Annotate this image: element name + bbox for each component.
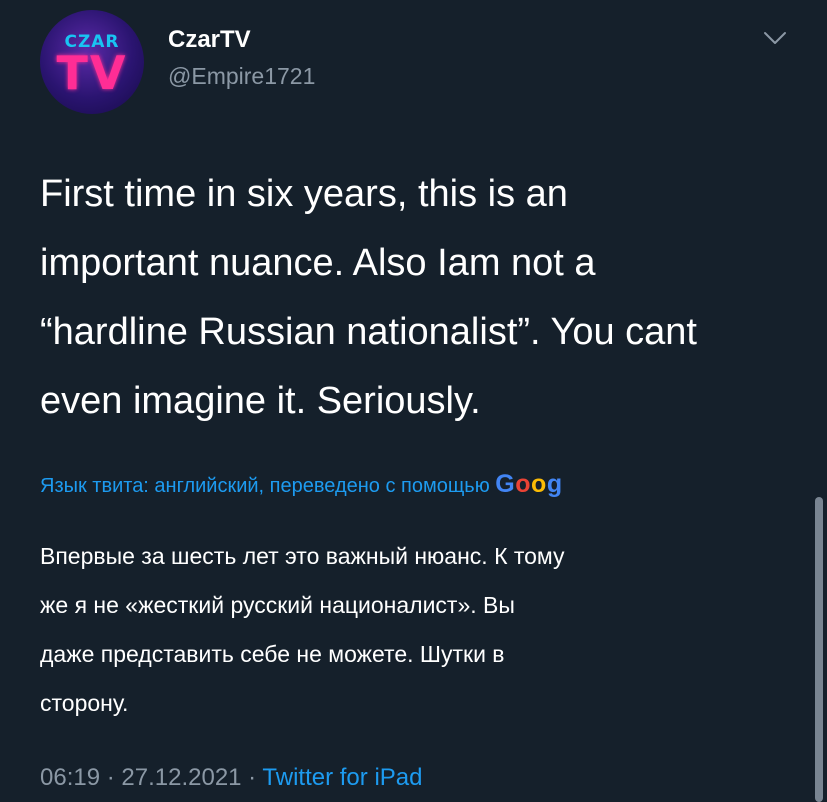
translated-line: даже представить себе не можете. Шутки в <box>40 641 505 667</box>
google-letter: o <box>515 470 532 498</box>
chevron-down-icon[interactable] <box>760 26 790 50</box>
translated-text: Впервые за шесть лет это важный нюанс. К… <box>40 532 800 728</box>
meta-separator: · <box>100 764 122 791</box>
tweet-text-line: First time in six years, this is an <box>40 173 568 215</box>
translated-line: Впервые за шесть лет это важный нюанс. К… <box>40 543 565 569</box>
tweet-text-line: “hardline Russian nationalist”. You cant <box>40 311 697 353</box>
user-handle[interactable]: @Empire1721 <box>168 63 315 90</box>
tweet-time[interactable]: 06:19 <box>40 764 100 791</box>
tweet-text-line: even imagine it. Seriously. <box>40 380 481 422</box>
translated-line: сторону. <box>40 690 129 716</box>
google-letter: g <box>546 470 563 498</box>
tweet-source[interactable]: Twitter for iPad <box>262 764 422 791</box>
translation-note-text: Язык твита: английский, переведено с пом… <box>40 475 496 497</box>
avatar[interactable]: CZAR TV <box>40 10 144 114</box>
translation-note[interactable]: Язык твита: английский, переведено с пом… <box>40 470 800 499</box>
display-name[interactable]: CzarTV <box>168 26 251 54</box>
tweet-text-line: important nuance. Also Iam not a <box>40 242 596 284</box>
google-letter: o <box>531 470 547 498</box>
scrollbar[interactable] <box>815 497 823 802</box>
tweet-meta: 06:19 · 27.12.2021 · Twitter for iPad <box>40 764 422 792</box>
meta-separator: · <box>241 764 263 791</box>
avatar-logo-bottom: TV <box>56 46 128 100</box>
tweet-card: CZAR TV CzarTV @Empire1721 First time in… <box>0 0 827 802</box>
tweet-date[interactable]: 27.12.2021 <box>121 764 241 791</box>
google-logo: Goog <box>495 470 562 498</box>
translated-line: же я не «жесткий русский националист». В… <box>40 592 515 618</box>
tweet-text: First time in six years, this is an impo… <box>40 160 800 436</box>
google-letter: G <box>495 470 516 498</box>
